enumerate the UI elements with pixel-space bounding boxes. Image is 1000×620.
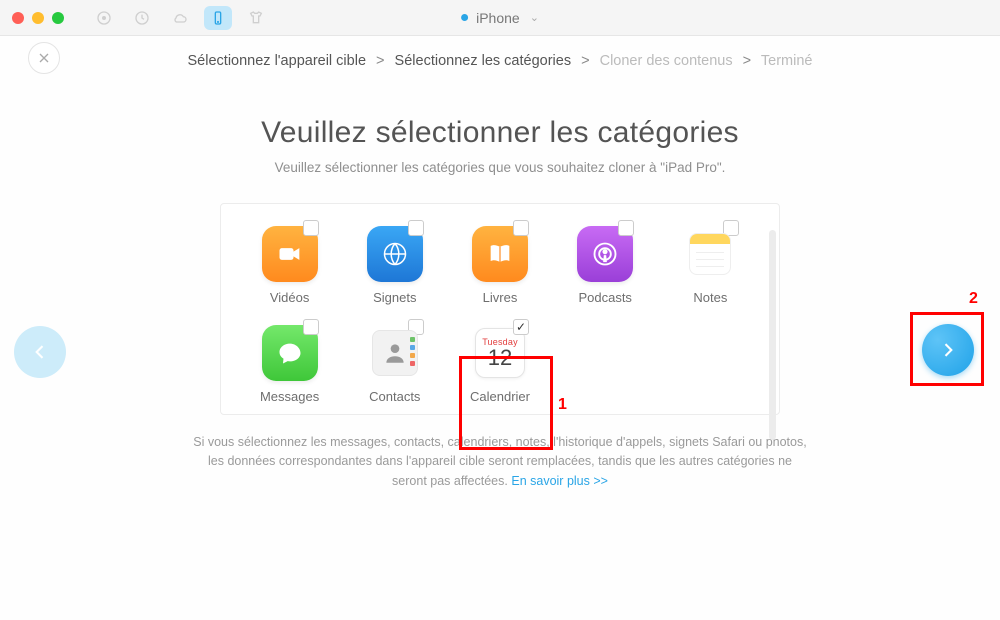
- checkbox[interactable]: [513, 220, 529, 236]
- close-button[interactable]: [28, 42, 60, 74]
- checkbox[interactable]: [618, 220, 634, 236]
- category-books[interactable]: Livres: [455, 226, 544, 305]
- scrollbar[interactable]: [769, 230, 776, 440]
- category-label: Vidéos: [245, 290, 334, 305]
- category-videos[interactable]: Vidéos: [245, 226, 334, 305]
- category-calendar[interactable]: ✓ Tuesday 12 Calendrier: [455, 325, 544, 404]
- breadcrumb-step3: Cloner des contenus: [600, 53, 733, 69]
- window-maximize-button[interactable]: [52, 12, 64, 24]
- learn-more-link[interactable]: En savoir plus >>: [511, 474, 608, 488]
- device-selector[interactable]: iPhone ⌄: [461, 10, 539, 26]
- category-label: Messages: [245, 389, 334, 404]
- category-label: Signets: [350, 290, 439, 305]
- window-minimize-button[interactable]: [32, 12, 44, 24]
- breadcrumb-step1: Sélectionnez l'appareil cible: [188, 53, 367, 69]
- category-label: Calendrier: [455, 389, 544, 404]
- checkbox[interactable]: [303, 319, 319, 335]
- category-notes[interactable]: Notes: [666, 226, 755, 305]
- window-close-button[interactable]: [12, 12, 24, 24]
- calendar-day-number: 12: [488, 347, 512, 369]
- category-label: Podcasts: [561, 290, 650, 305]
- tab-cloud-icon[interactable]: [166, 6, 194, 30]
- category-label: Notes: [666, 290, 755, 305]
- toolbar-tabs: [90, 6, 270, 30]
- page-subtitle: Veuillez sélectionner les catégories que…: [0, 160, 1000, 175]
- traffic-lights: [12, 12, 64, 24]
- categories-grid: Vidéos Signets Livres: [245, 226, 755, 404]
- tab-history-icon[interactable]: [128, 6, 156, 30]
- checkbox[interactable]: [303, 220, 319, 236]
- footnote: Si vous sélectionnez les messages, conta…: [190, 433, 810, 491]
- tab-media-icon[interactable]: [90, 6, 118, 30]
- device-status-dot: [461, 14, 468, 21]
- breadcrumb-bar: Sélectionnez l'appareil cible > Sélectio…: [0, 36, 1000, 86]
- category-bookmarks[interactable]: Signets: [350, 226, 439, 305]
- device-name: iPhone: [476, 10, 520, 26]
- checkbox[interactable]: ✓: [513, 319, 529, 335]
- category-label: Livres: [455, 290, 544, 305]
- breadcrumb-separator: >: [743, 53, 751, 69]
- breadcrumb: Sélectionnez l'appareil cible > Sélectio…: [188, 53, 813, 69]
- notes-icon: [682, 226, 738, 282]
- footnote-text: Si vous sélectionnez les messages, conta…: [193, 435, 806, 488]
- chevron-down-icon: ⌄: [530, 11, 539, 24]
- next-button[interactable]: [922, 324, 974, 376]
- titlebar: iPhone ⌄: [0, 0, 1000, 36]
- annotation-label-1: 1: [558, 396, 567, 414]
- contacts-icon: [367, 325, 423, 381]
- breadcrumb-separator: >: [581, 53, 589, 69]
- annotation-label-2: 2: [969, 290, 978, 308]
- checkbox[interactable]: [408, 220, 424, 236]
- main: Veuillez sélectionner les catégories Veu…: [0, 86, 1000, 491]
- page-title: Veuillez sélectionner les catégories: [0, 116, 1000, 150]
- breadcrumb-step2: Sélectionnez les catégories: [395, 53, 572, 69]
- category-contacts[interactable]: Contacts: [350, 325, 439, 404]
- category-label: Contacts: [350, 389, 439, 404]
- breadcrumb-step4: Terminé: [761, 53, 813, 69]
- category-messages[interactable]: Messages: [245, 325, 334, 404]
- category-podcasts[interactable]: Podcasts: [561, 226, 650, 305]
- tab-device-icon[interactable]: [204, 6, 232, 30]
- prev-button[interactable]: [14, 326, 66, 378]
- breadcrumb-separator: >: [376, 53, 384, 69]
- categories-panel: Vidéos Signets Livres: [220, 203, 780, 415]
- tab-apparel-icon[interactable]: [242, 6, 270, 30]
